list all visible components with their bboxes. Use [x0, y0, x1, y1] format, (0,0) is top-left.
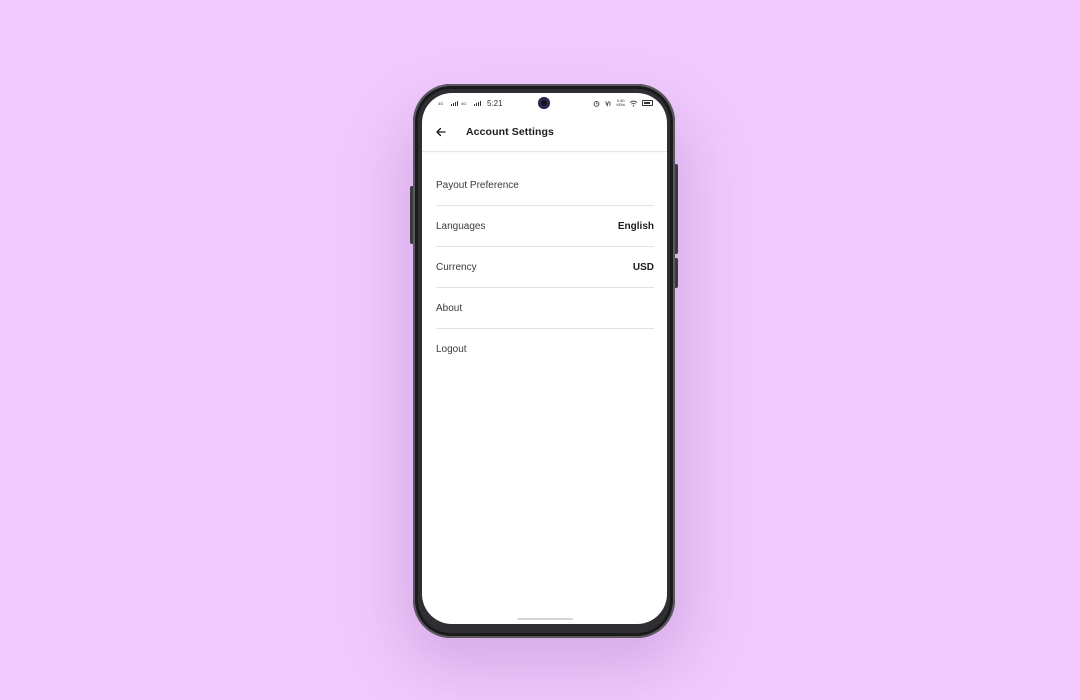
status-time: 5:21 [487, 99, 503, 108]
wifi-icon [629, 100, 638, 107]
settings-item-currency[interactable]: Currency USD [436, 247, 654, 288]
settings-item-label: About [436, 302, 463, 314]
home-indicator [517, 618, 573, 620]
front-camera [538, 97, 550, 109]
app-bar: Account Settings [422, 115, 667, 152]
mockup-stage: 4G 4G 5:21 0.60 KB/s Account Settings Pa… [0, 0, 1080, 700]
signal-icon [451, 101, 458, 106]
status-bar: 4G 4G 5:21 0.60 KB/s [422, 93, 667, 115]
settings-item-languages[interactable]: Languages English [436, 206, 654, 247]
settings-item-label: Languages [436, 220, 486, 232]
settings-item-label: Currency [436, 261, 477, 273]
status-left: 4G 4G 5:21 [438, 99, 503, 108]
settings-item-label: Payout Preference [436, 179, 519, 191]
settings-item-logout[interactable]: Logout [436, 329, 654, 370]
alarm-icon [593, 100, 599, 107]
settings-item-about[interactable]: About [436, 288, 654, 329]
settings-item-payout-preference[interactable]: Payout Preference [436, 165, 654, 206]
settings-item-label: Logout [436, 344, 467, 355]
arrow-left-icon [436, 127, 446, 137]
back-button[interactable] [432, 123, 450, 141]
settings-list: Payout Preference Languages English Curr… [436, 165, 654, 370]
network-speed: 0.60 KB/s [616, 98, 625, 107]
settings-item-value: USD [632, 261, 654, 273]
network-badge-1: 4G [438, 100, 444, 106]
phone-screen: 4G 4G 5:21 0.60 KB/s Account Settings Pa… [422, 93, 667, 624]
network-badge-2: 4G [461, 100, 467, 106]
battery-icon [642, 100, 653, 106]
signal-icon [474, 101, 481, 106]
page-title: Account Settings [466, 126, 554, 138]
volte-icon [604, 100, 610, 107]
status-right: 0.60 KB/s [593, 99, 653, 107]
settings-item-value: English [617, 220, 654, 232]
